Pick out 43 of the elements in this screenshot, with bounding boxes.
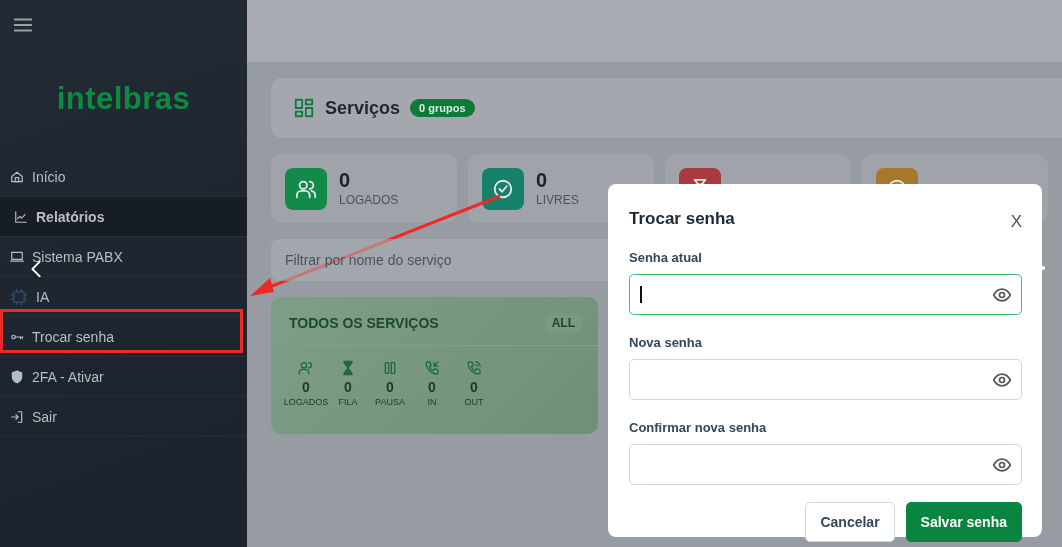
stat-label: LIVRES xyxy=(536,193,579,207)
stat-label: LOGADOS xyxy=(339,193,399,207)
field-label: Nova senha xyxy=(629,335,702,350)
exit-icon xyxy=(10,409,24,424)
password-field[interactable] xyxy=(629,359,1022,400)
group-count-badge: 0 grupos xyxy=(410,99,475,117)
hourglass-icon xyxy=(340,360,356,376)
metric-value: 0 xyxy=(344,379,352,395)
chip-icon xyxy=(10,287,28,306)
shield-icon xyxy=(10,369,24,384)
metric-label: IN xyxy=(427,397,437,407)
save-button[interactable]: Salvar senha xyxy=(905,502,1022,542)
stat-value: 0 xyxy=(339,170,352,190)
metric-label: FILA xyxy=(338,397,358,407)
outgoing-call-icon xyxy=(466,360,482,376)
metric-value: 0 xyxy=(428,379,436,395)
metric-value: 0 xyxy=(302,379,310,395)
dialog-title: Trocar senha xyxy=(629,209,735,229)
group-title: TODOS OS SERVIÇOS xyxy=(289,315,439,331)
metric-label: PAUSA xyxy=(375,397,405,407)
check-circle-icon xyxy=(492,177,514,200)
incoming-call-icon xyxy=(424,360,440,376)
page-title: Serviços xyxy=(325,97,401,119)
metric-value: 0 xyxy=(386,379,394,395)
metric-value: 0 xyxy=(470,379,478,395)
grid-icon xyxy=(293,97,315,119)
close-button[interactable]: X xyxy=(1010,212,1022,232)
metric-label: OUT xyxy=(464,397,484,407)
password-field[interactable] xyxy=(629,274,1022,315)
home-icon xyxy=(10,169,24,184)
laptop-icon xyxy=(10,249,24,264)
users-icon xyxy=(298,360,314,376)
logo: intelbras xyxy=(55,81,192,117)
cancel-button[interactable]: Cancelar xyxy=(805,502,895,542)
sidebar-item[interactable]: Relatórios xyxy=(0,197,247,237)
chart-icon xyxy=(14,209,28,224)
password-field[interactable] xyxy=(629,444,1022,485)
field-label: Confirmar nova senha xyxy=(629,420,767,435)
field-label: Senha atual xyxy=(629,250,702,265)
pause-icon xyxy=(382,360,398,376)
group-tag: ALL xyxy=(544,313,582,333)
metric-label: LOGADOS xyxy=(283,397,329,407)
stat-value: 0 xyxy=(536,170,549,190)
